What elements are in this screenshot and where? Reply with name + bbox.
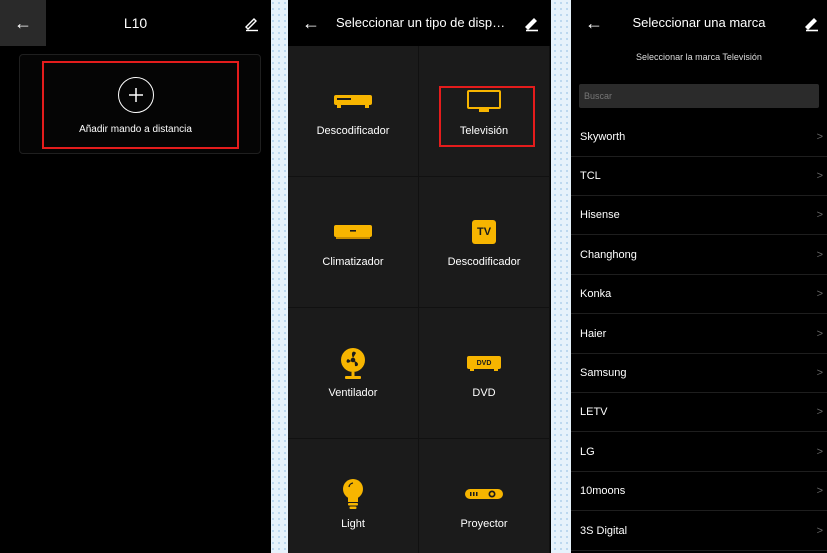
set-top-box-icon <box>334 95 372 108</box>
chevron-right-icon: > <box>816 446 823 458</box>
brand-name: Samsung <box>580 367 627 379</box>
search-input[interactable] <box>579 84 819 108</box>
pencil-icon <box>805 18 818 32</box>
brand-item[interactable]: Skyworth > <box>571 118 827 157</box>
brand-item[interactable]: TCL > <box>571 157 827 196</box>
brand-name: TCL <box>580 170 601 182</box>
header: ← L10 <box>0 0 271 46</box>
back-button[interactable]: ← <box>288 0 334 46</box>
brand-item[interactable]: Konka > <box>571 275 827 314</box>
brand-item[interactable]: Haier > <box>571 315 827 354</box>
edit-button[interactable] <box>523 14 541 32</box>
remote-home-screen: ← L10 Añadir mando a distancia <box>0 0 271 553</box>
device-label: Descodificador <box>316 125 390 137</box>
chevron-right-icon: > <box>816 170 823 182</box>
subtitle: Seleccionar la marca Televisión <box>636 52 762 62</box>
device-tile-descodificador[interactable]: Descodificador <box>288 46 419 177</box>
device-label: Descodificador <box>447 256 521 268</box>
device-label: DVD <box>472 387 496 399</box>
page-title: L10 <box>123 15 148 31</box>
arrow-left-icon: ← <box>302 12 320 33</box>
brand-name: Changhong <box>580 249 637 261</box>
brand-name: 10moons <box>580 485 626 497</box>
chevron-right-icon: > <box>816 367 823 379</box>
device-tile-climatizador[interactable]: Climatizador <box>288 177 419 308</box>
pencil-icon <box>525 18 538 32</box>
chevron-right-icon: > <box>816 328 823 340</box>
header: ← Seleccionar una marca <box>571 0 827 46</box>
chevron-right-icon: > <box>816 288 823 300</box>
page-title: Seleccionar una marca <box>632 15 766 30</box>
tv-box-icon: TV <box>472 220 496 244</box>
edit-button[interactable] <box>243 14 261 32</box>
brand-select-screen: ← Seleccionar una marca Seleccionar la m… <box>571 0 827 553</box>
brand-name: Konka <box>580 288 612 300</box>
brand-name: Skyworth <box>580 131 626 143</box>
dvd-icon: DVD <box>467 356 501 371</box>
brand-name: Haier <box>580 328 607 340</box>
page-title: Seleccionar un tipo de disp… <box>336 15 506 30</box>
brand-item[interactable]: Changhong > <box>571 236 827 275</box>
chevron-right-icon: > <box>816 209 823 221</box>
highlight-box <box>439 86 535 147</box>
device-label: Climatizador <box>322 256 384 268</box>
fan-icon <box>341 348 365 379</box>
brand-item[interactable]: Hisense > <box>571 196 827 235</box>
device-tile-dvd[interactable]: DVD DVD <box>419 308 550 439</box>
chevron-right-icon: > <box>816 485 823 497</box>
projector-icon <box>465 489 503 499</box>
brand-item[interactable]: 10moons > <box>571 472 827 511</box>
brand-name: LG <box>580 446 595 458</box>
highlight-box <box>42 61 239 149</box>
light-bulb-icon <box>343 479 363 509</box>
device-tile-descodificador-tv[interactable]: TV Descodificador <box>419 177 550 308</box>
device-type-screen: ← Seleccionar un tipo de disp… Descodifi… <box>288 0 551 553</box>
edit-button[interactable] <box>803 14 821 32</box>
device-label: Proyector <box>460 518 508 530</box>
brand-item[interactable]: Samsung > <box>571 354 827 393</box>
device-tile-light[interactable]: Light <box>288 439 419 553</box>
tv-badge-text: TV <box>476 226 492 238</box>
chevron-right-icon: > <box>816 525 823 537</box>
search-box <box>579 84 819 108</box>
chevron-right-icon: > <box>816 131 823 143</box>
device-label: Light <box>341 518 365 530</box>
dvd-badge-text: DVD <box>477 360 492 367</box>
brand-name: 3S Digital <box>580 525 628 537</box>
header: ← Seleccionar un tipo de disp… <box>288 0 551 46</box>
device-tile-ventilador[interactable]: Ventilador <box>288 308 419 439</box>
brand-item[interactable]: LETV > <box>571 393 827 432</box>
chevron-right-icon: > <box>816 249 823 261</box>
brand-item[interactable]: 3S Digital > <box>571 512 827 551</box>
chevron-right-icon: > <box>816 406 823 418</box>
brand-item[interactable]: LG > <box>571 433 827 472</box>
device-label: Ventilador <box>328 387 378 399</box>
pencil-icon <box>245 18 258 32</box>
air-conditioner-icon <box>334 225 372 239</box>
device-tile-proyector[interactable]: Proyector <box>419 439 550 553</box>
brand-name: LETV <box>580 406 608 418</box>
brand-name: Hisense <box>580 209 620 221</box>
